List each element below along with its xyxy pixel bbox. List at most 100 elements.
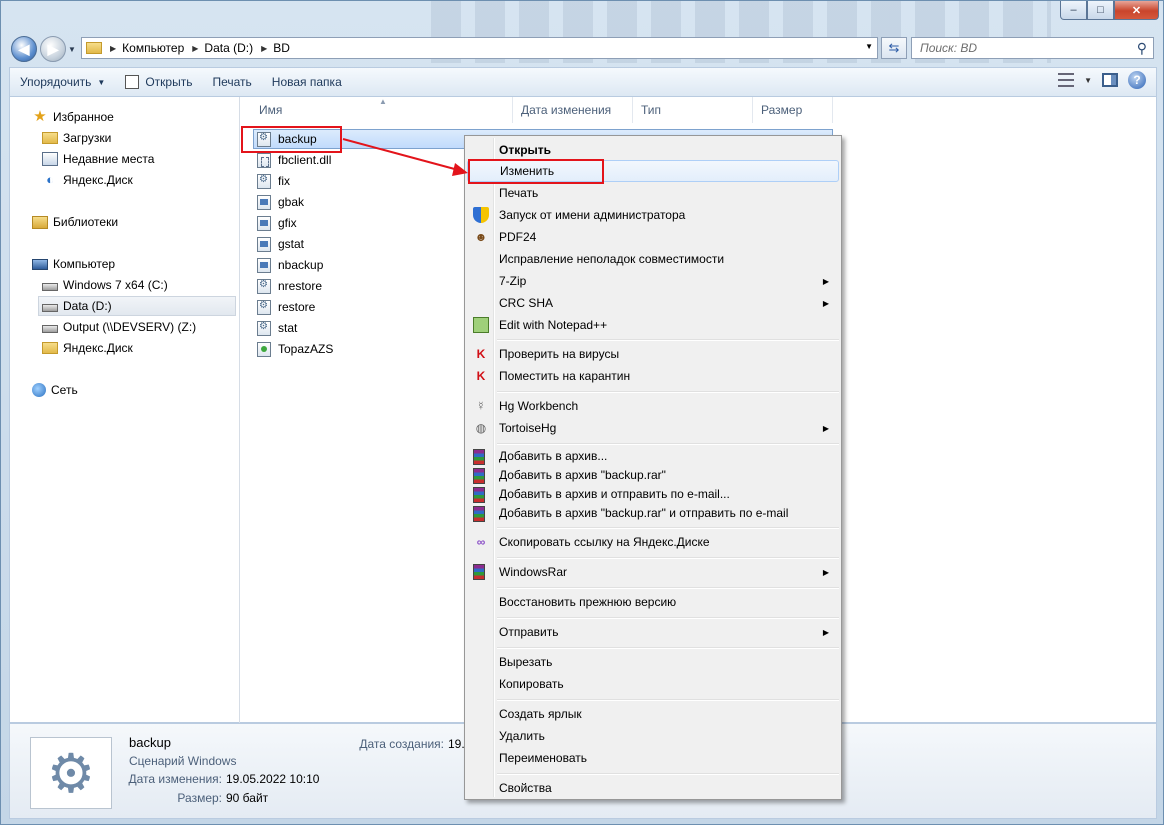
menu-add-backup-rar[interactable]: Добавить в архив "backup.rar" <box>467 465 839 484</box>
menu-open-label: Открыть <box>499 143 552 157</box>
menu-delete[interactable]: Удалить <box>467 725 839 747</box>
details-file-name: backup <box>129 735 171 750</box>
file-row[interactable]: gstat <box>257 234 304 254</box>
command-bar: Упорядочить ▼ Открыть Печать Новая папка… <box>9 67 1157 97</box>
view-dropdown-icon[interactable]: ▼ <box>1084 76 1092 85</box>
menu-separator <box>497 443 839 445</box>
menu-send-to[interactable]: Отправить ▶ <box>467 621 839 643</box>
nav-downloads[interactable]: Загрузки <box>42 128 111 148</box>
help-icon[interactable]: ? <box>1128 71 1146 89</box>
file-name: TopazAZS <box>278 342 334 356</box>
open-button[interactable]: Открыть <box>115 70 202 94</box>
print-button[interactable]: Печать <box>202 70 261 94</box>
nav-computer[interactable]: Компьютер <box>32 254 115 274</box>
menu-add-archive-email-label: Добавить в архив и отправить по e-mail..… <box>499 486 730 501</box>
file-name: restore <box>278 300 316 314</box>
chevron-right-icon[interactable]: ▶ <box>192 44 198 53</box>
window-controls: – □ ✕ <box>1060 1 1159 20</box>
menu-tortoisehg[interactable]: ◍ TortoiseHg ▶ <box>467 417 839 439</box>
breadcrumb-computer[interactable]: Компьютер <box>122 41 184 55</box>
file-row[interactable]: gbak <box>257 192 304 212</box>
menu-restore-previous[interactable]: Восстановить прежнюю версию <box>467 591 839 613</box>
file-row[interactable]: stat <box>257 318 297 338</box>
menu-notepadpp[interactable]: Edit with Notepad++ <box>467 314 839 336</box>
minimize-button[interactable]: – <box>1060 1 1087 20</box>
menu-separator <box>497 557 839 559</box>
history-dropdown-icon[interactable]: ▼ <box>68 45 76 54</box>
menu-create-shortcut-label: Создать ярлык <box>499 707 582 721</box>
sort-up-icon: ▲ <box>379 97 387 106</box>
file-row[interactable]: fix <box>257 171 290 191</box>
file-row[interactable]: fbclient.dll <box>257 150 331 170</box>
menu-create-shortcut[interactable]: Создать ярлык <box>467 703 839 725</box>
view-options-icon[interactable] <box>1058 73 1075 87</box>
file-row[interactable]: gfix <box>257 213 297 233</box>
column-size[interactable]: Размер <box>753 97 833 123</box>
recent-places-icon <box>42 152 58 166</box>
menu-crc-sha[interactable]: CRC SHA ▶ <box>467 292 839 314</box>
nav-libraries[interactable]: Библиотеки <box>32 212 118 232</box>
address-dropdown-icon[interactable]: ▼ <box>865 42 873 51</box>
organize-button[interactable]: Упорядочить ▼ <box>10 70 115 94</box>
menu-pdf24[interactable]: ☻ PDF24 <box>467 226 839 248</box>
preview-pane-icon[interactable] <box>1102 73 1118 87</box>
menu-winrar[interactable]: WindowsRar ▶ <box>467 561 839 583</box>
open-file-icon <box>125 75 140 89</box>
address-bar[interactable]: ▶ Компьютер ▶ Data (D:) ▶ BD ▼ <box>81 37 878 59</box>
chevron-right-icon[interactable]: ▶ <box>110 44 116 53</box>
nav-favorites[interactable]: ★ Избранное <box>32 107 114 127</box>
back-button[interactable]: ◀ <box>11 36 37 62</box>
menu-pdf24-label: PDF24 <box>499 230 537 244</box>
menu-open[interactable]: Открыть <box>467 139 839 161</box>
breadcrumb-drive-d[interactable]: Data (D:) <box>204 41 253 55</box>
file-row[interactable]: nrestore <box>257 276 322 296</box>
maximize-button[interactable]: □ <box>1087 1 1114 20</box>
menu-print[interactable]: Печать <box>467 182 839 204</box>
pdf24-icon: ☻ <box>474 230 488 244</box>
nav-yandex-disk-favorite[interactable]: ◐ Яндекс.Диск <box>42 170 133 190</box>
menu-add-archive[interactable]: Добавить в архив... <box>467 446 839 465</box>
column-modified[interactable]: Дата изменения <box>513 97 633 123</box>
new-folder-button[interactable]: Новая папка <box>262 70 352 94</box>
chevron-right-icon[interactable]: ▶ <box>261 44 267 53</box>
nav-recent[interactable]: Недавние места <box>42 149 154 169</box>
nav-drive-z[interactable]: Output (\\DEVSERV) (Z:) <box>42 317 196 337</box>
menu-cut[interactable]: Вырезать <box>467 651 839 673</box>
details-created-label: Дата создания: <box>359 737 444 751</box>
menu-quarantine[interactable]: K Поместить на карантин <box>467 365 839 387</box>
menu-copy-yandex-link[interactable]: ∞ Скопировать ссылку на Яндекс.Диске <box>467 531 839 553</box>
nav-recent-label: Недавние места <box>63 152 155 166</box>
menu-scan-virus-label: Проверить на вирусы <box>499 347 620 361</box>
file-row[interactable]: restore <box>257 297 315 317</box>
breadcrumb-bd[interactable]: BD <box>273 41 290 55</box>
menu-add-backup-rar-email[interactable]: Добавить в архив "backup.rar" и отправит… <box>467 503 839 522</box>
exe-icon <box>257 215 271 231</box>
menu-7zip[interactable]: 7-Zip ▶ <box>467 270 839 292</box>
forward-button[interactable]: ▶ <box>40 36 66 62</box>
view-controls: ▼ ? <box>1058 71 1146 89</box>
menu-print-label: Печать <box>499 186 539 200</box>
search-icon[interactable]: ⚲ <box>1137 40 1147 57</box>
close-button[interactable]: ✕ <box>1114 1 1159 20</box>
details-modified-value: 19.05.2022 10:10 <box>226 772 320 786</box>
menu-properties[interactable]: Свойства <box>467 777 839 799</box>
nav-drive-c[interactable]: Windows 7 x64 (C:) <box>42 275 168 295</box>
menu-hg-workbench[interactable]: ☿ Hg Workbench <box>467 395 839 417</box>
refresh-button[interactable]: ⇆ <box>881 37 907 59</box>
nav-yandex-disk-computer[interactable]: Яндекс.Диск <box>42 338 133 358</box>
menu-rename[interactable]: Переименовать <box>467 747 839 769</box>
menu-run-as-admin[interactable]: Запуск от имени администратора <box>467 204 839 226</box>
nav-network[interactable]: Сеть <box>32 380 78 400</box>
menu-troubleshoot[interactable]: Исправление неполадок совместимости <box>467 248 839 270</box>
menu-add-archive-email[interactable]: Добавить в архив и отправить по e-mail..… <box>467 484 839 503</box>
search-box[interactable]: Поиск: BD ⚲ <box>911 37 1154 59</box>
nav-drive-d[interactable]: Data (D:) <box>38 296 236 316</box>
menu-scan-virus[interactable]: K Проверить на вирусы <box>467 343 839 365</box>
menu-delete-label: Удалить <box>499 729 545 743</box>
shield-icon <box>473 207 489 223</box>
column-type[interactable]: Тип <box>633 97 753 123</box>
menu-copy[interactable]: Копировать <box>467 673 839 695</box>
file-row[interactable]: TopazAZS <box>257 339 333 359</box>
nav-downloads-label: Загрузки <box>63 131 112 145</box>
file-row[interactable]: nbackup <box>257 255 323 275</box>
